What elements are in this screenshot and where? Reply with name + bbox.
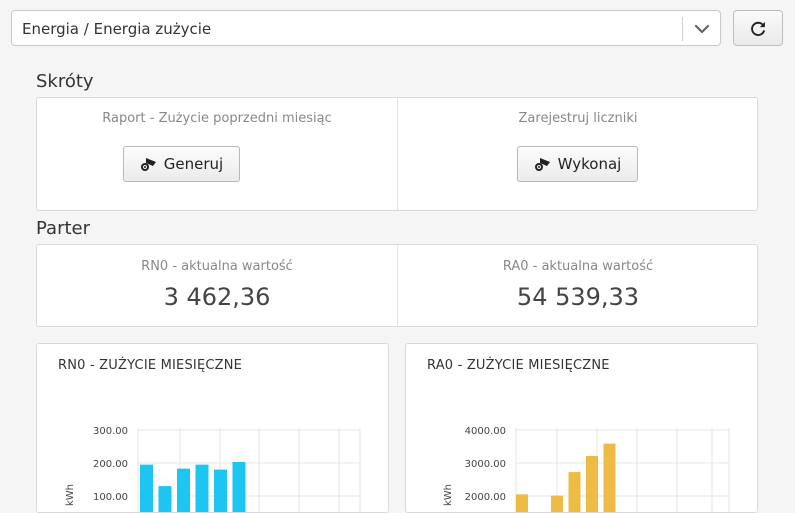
floor-title: Parter	[36, 218, 91, 239]
bar[interactable]	[516, 494, 528, 513]
shortcut-register: Zarejestruj liczniki Wykonaj	[397, 98, 758, 210]
chevron-down-icon[interactable]	[693, 21, 711, 37]
bar[interactable]	[214, 469, 227, 513]
y-axis-title: kWh	[443, 484, 454, 506]
bar[interactable]	[603, 443, 616, 513]
bar[interactable]	[232, 462, 246, 513]
bar[interactable]	[177, 468, 190, 513]
execute-button-label: Wykonaj	[557, 155, 622, 173]
ra0-value-card: RA0 - aktualna wartość 54 539,33	[397, 245, 758, 326]
cog-camera-icon	[140, 158, 156, 171]
ra0-chart: 4000.00 3000.00 2000.00 kWh	[443, 426, 730, 513]
rn0-chart-panel: RN0 - ZUŻYCIE MIESIĘCZNE 300.00 200.00 100…	[36, 343, 389, 513]
execute-button[interactable]: Wykonaj	[517, 146, 638, 182]
rn0-value-card: RN0 - aktualna wartość 3 462,36	[37, 245, 397, 326]
shortcuts-title: Skróty	[36, 71, 94, 92]
cog-camera-icon	[534, 158, 550, 171]
bar[interactable]	[195, 464, 209, 513]
floor-values-panel: RN0 - aktualna wartość 3 462,36 RA0 - ak…	[36, 244, 758, 327]
refresh-button[interactable]	[733, 10, 783, 46]
rn0-value: 3 462,36	[163, 283, 271, 311]
bar[interactable]	[586, 455, 598, 513]
y-axis-title: kWh	[65, 484, 76, 506]
rn0-chart: 300.00 200.00 100.00 kWh	[65, 426, 361, 513]
view-selector-value: Energia / Energia zużycie	[22, 20, 212, 38]
shortcut-report: Raport - Zużycie poprzedni miesiąc Gener…	[37, 98, 397, 210]
y-tick-label: 4000.00	[465, 426, 506, 437]
shortcuts-panel: Raport - Zużycie poprzedni miesiąc Gener…	[36, 97, 758, 211]
view-selector[interactable]: Energia / Energia zużycie	[11, 10, 721, 46]
y-tick-label: 200.00	[93, 459, 128, 470]
generate-button-label: Generuj	[163, 155, 224, 173]
bar[interactable]	[140, 464, 153, 513]
ra0-value: 54 539,33	[516, 283, 640, 311]
shortcut-report-caption: Raport - Zużycie poprzedni miesiąc	[102, 111, 332, 126]
y-tick-label: 3000.00	[465, 459, 506, 470]
y-tick-label: 2000.00	[465, 492, 506, 503]
bar[interactable]	[551, 495, 563, 513]
selector-divider	[682, 17, 683, 41]
y-tick-label: 300.00	[93, 426, 128, 437]
ra0-chart-panel: RA0 - ZUŻYCIE MIESIĘCZNE 4000.00 3000.00 2…	[405, 343, 758, 513]
rn0-caption: RN0 - aktualna wartość	[141, 259, 293, 274]
bar[interactable]	[568, 472, 581, 513]
refresh-icon	[751, 21, 766, 36]
generate-button[interactable]: Generuj	[123, 146, 240, 182]
view-selector-bar: Energia / Energia zużycie	[11, 10, 721, 46]
y-tick-label: 100.00	[93, 492, 128, 503]
ra0-caption: RA0 - aktualna wartość	[502, 259, 654, 274]
shortcut-register-caption: Zarejestruj liczniki	[518, 111, 638, 126]
